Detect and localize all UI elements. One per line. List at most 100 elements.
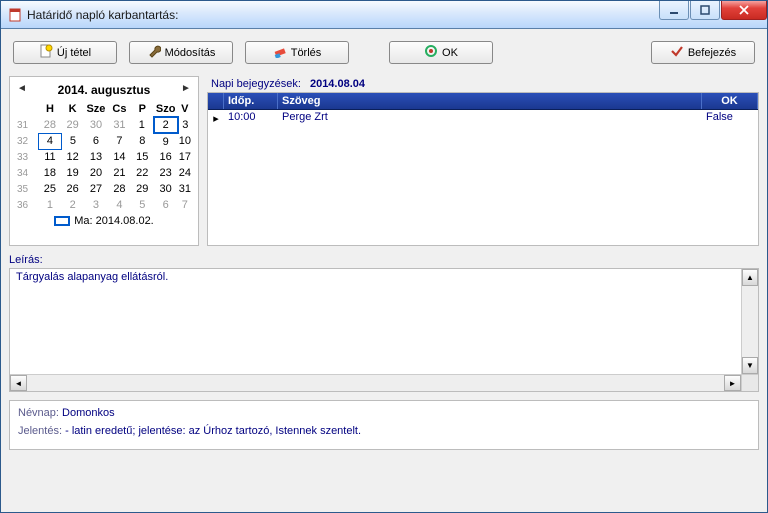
- calendar-day[interactable]: 3: [84, 197, 108, 213]
- description-hscroll[interactable]: ◄ ►: [10, 374, 758, 391]
- calendar-day[interactable]: 1: [39, 197, 62, 213]
- delete-button[interactable]: Törlés: [245, 41, 349, 64]
- calendar-week-num: 36: [16, 197, 39, 213]
- meaning-label: Jelentés:: [18, 425, 62, 437]
- calendar-dow: Sze: [84, 101, 108, 117]
- target-icon: [424, 44, 438, 61]
- entries-grid[interactable]: Időp. Szöveg OK ▸10:00Perge ZrtFalse: [207, 92, 759, 246]
- close-button[interactable]: [721, 1, 767, 20]
- cell-time: 10:00: [224, 110, 278, 127]
- entries-panel: Napi bejegyzések: 2014.08.04 Időp. Szöve…: [207, 76, 759, 246]
- calendar-day[interactable]: 5: [61, 133, 84, 149]
- new-button-label: Új tétel: [57, 47, 91, 59]
- meaning-row: Jelentés: - latin eredetű; jelentése: az…: [18, 425, 750, 437]
- calendar-day[interactable]: 28: [39, 117, 62, 133]
- check-icon: [670, 44, 684, 61]
- calendar-week-num: 34: [16, 165, 39, 181]
- calendar-day[interactable]: 7: [178, 197, 192, 213]
- scroll-down-icon[interactable]: ▼: [742, 357, 758, 374]
- toolbar-spacer: [505, 41, 639, 64]
- calendar-next-icon[interactable]: ►: [180, 83, 192, 95]
- finish-button-label: Befejezés: [688, 47, 736, 59]
- calendar-day[interactable]: 24: [178, 165, 192, 181]
- today-box-icon: [54, 216, 70, 226]
- calendar-day[interactable]: 16: [154, 149, 178, 165]
- calendar-day[interactable]: 27: [84, 181, 108, 197]
- calendar-dow: K: [61, 101, 84, 117]
- calendar-day[interactable]: 2: [61, 197, 84, 213]
- eraser-icon: [273, 44, 287, 61]
- calendar[interactable]: ◄ 2014. augusztus ► HKSzeCsPSzoV 3128293…: [9, 76, 199, 246]
- description-vscroll[interactable]: ▲ ▼: [741, 269, 758, 374]
- calendar-day[interactable]: 22: [131, 165, 154, 181]
- calendar-day[interactable]: 25: [39, 181, 62, 197]
- calendar-day[interactable]: 3: [178, 117, 192, 133]
- ok-button[interactable]: OK: [389, 41, 493, 64]
- calendar-day[interactable]: 4: [39, 133, 62, 149]
- calendar-day[interactable]: 5: [131, 197, 154, 213]
- calendar-day[interactable]: 2: [154, 117, 178, 133]
- calendar-day[interactable]: 8: [131, 133, 154, 149]
- calendar-title: 2014. augusztus: [58, 83, 151, 97]
- table-row[interactable]: ▸10:00Perge ZrtFalse: [208, 110, 758, 127]
- calendar-day[interactable]: 11: [39, 149, 62, 165]
- calendar-day[interactable]: 31: [108, 117, 131, 133]
- description-box[interactable]: Tárgyalás alapanyag ellátásról. ▲ ▼ ◄ ►: [9, 268, 759, 392]
- calendar-day[interactable]: 14: [108, 149, 131, 165]
- calendar-day[interactable]: 18: [39, 165, 62, 181]
- scroll-right-icon[interactable]: ►: [724, 375, 741, 391]
- calendar-header: ◄ 2014. augusztus ►: [16, 83, 192, 97]
- calendar-week-num: 31: [16, 117, 39, 133]
- col-ok[interactable]: OK: [702, 93, 758, 109]
- calendar-day[interactable]: 29: [131, 181, 154, 197]
- calendar-day[interactable]: 31: [178, 181, 192, 197]
- calendar-day[interactable]: 28: [108, 181, 131, 197]
- calendar-prev-icon[interactable]: ◄: [16, 83, 28, 95]
- middle-row: ◄ 2014. augusztus ► HKSzeCsPSzoV 3128293…: [9, 76, 759, 246]
- col-time[interactable]: Időp.: [224, 93, 278, 109]
- calendar-day[interactable]: 26: [61, 181, 84, 197]
- window-title: Határidő napló karbantartás:: [27, 8, 658, 22]
- calendar-day[interactable]: 23: [154, 165, 178, 181]
- calendar-day[interactable]: 6: [84, 133, 108, 149]
- document-new-icon: [39, 44, 53, 61]
- entries-grid-header: Időp. Szöveg OK: [208, 93, 758, 110]
- app-window: Határidő napló karbantartás: Új tétel Mó…: [0, 0, 768, 513]
- calendar-week-num: 33: [16, 149, 39, 165]
- calendar-day[interactable]: 30: [84, 117, 108, 133]
- calendar-dow: Szo: [154, 101, 178, 117]
- calendar-dow: V: [178, 101, 192, 117]
- client-area: Új tétel Módosítás Törlés OK Befejezés: [1, 29, 767, 512]
- calendar-day[interactable]: 20: [84, 165, 108, 181]
- calendar-day[interactable]: 12: [61, 149, 84, 165]
- new-button[interactable]: Új tétel: [13, 41, 117, 64]
- calendar-day[interactable]: 29: [61, 117, 84, 133]
- calendar-today[interactable]: Ma: 2014.08.02.: [16, 215, 192, 227]
- nameday-value: Domonkos: [62, 407, 115, 419]
- minimize-button[interactable]: [659, 1, 689, 20]
- calendar-day[interactable]: 7: [108, 133, 131, 149]
- col-text[interactable]: Szöveg: [278, 93, 702, 109]
- ok-button-label: OK: [442, 47, 458, 59]
- calendar-dow: Cs: [108, 101, 131, 117]
- calendar-day[interactable]: 15: [131, 149, 154, 165]
- calendar-day[interactable]: 6: [154, 197, 178, 213]
- app-icon: [7, 7, 23, 23]
- calendar-day[interactable]: 10: [178, 133, 192, 149]
- calendar-day[interactable]: 4: [108, 197, 131, 213]
- calendar-day[interactable]: 17: [178, 149, 192, 165]
- calendar-day[interactable]: 19: [61, 165, 84, 181]
- calendar-day[interactable]: 30: [154, 181, 178, 197]
- finish-button[interactable]: Befejezés: [651, 41, 755, 64]
- scroll-up-icon[interactable]: ▲: [742, 269, 758, 286]
- nameday-label: Névnap:: [18, 407, 59, 419]
- window-controls: [658, 1, 767, 28]
- scroll-left-icon[interactable]: ◄: [10, 375, 27, 391]
- calendar-day[interactable]: 9: [154, 133, 178, 149]
- calendar-day[interactable]: 21: [108, 165, 131, 181]
- edit-button[interactable]: Módosítás: [129, 41, 233, 64]
- col-indicator: [208, 93, 224, 109]
- calendar-day[interactable]: 13: [84, 149, 108, 165]
- calendar-day[interactable]: 1: [131, 117, 154, 133]
- maximize-button[interactable]: [690, 1, 720, 20]
